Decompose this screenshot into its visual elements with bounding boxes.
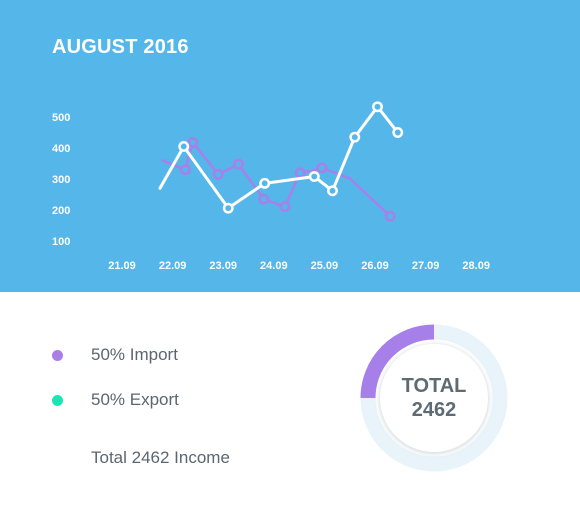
legend-import-label: 50% Import <box>91 345 178 364</box>
x-tick-label: 25.09 <box>311 260 339 272</box>
import-point <box>294 167 306 179</box>
import-dot-icon <box>52 349 63 361</box>
export-point <box>308 171 320 182</box>
x-tick-label: 24.09 <box>260 260 288 272</box>
line-chart: 500 400 300 200 100 21.09 22.09 23.09 24.09 25.09… <box>52 101 490 272</box>
export-point <box>178 141 190 152</box>
export-point <box>392 127 404 138</box>
total-income-text: Total 2462 Income <box>91 448 230 467</box>
x-tick-label: 21.09 <box>108 260 136 272</box>
legend-item-import: 50% Import <box>52 344 179 366</box>
x-tick-label: 22.09 <box>159 260 187 272</box>
y-tick-label: 500 <box>52 112 70 124</box>
import-point <box>187 136 199 148</box>
x-tick-label: 23.09 <box>209 260 237 272</box>
y-tick-label: 300 <box>52 174 70 186</box>
export-point <box>259 177 271 189</box>
export-series-line <box>158 105 400 210</box>
donut-label-line1: TOTAL <box>401 375 467 397</box>
export-point <box>349 131 361 143</box>
import-series-line <box>161 141 392 218</box>
y-tick-label: 100 <box>52 236 70 248</box>
x-tick-label: 28.09 <box>462 260 490 272</box>
y-tick-label: 200 <box>52 205 70 217</box>
import-point <box>316 162 328 174</box>
export-point <box>372 101 383 113</box>
total-donut: TOTAL 2462 <box>360 324 508 472</box>
import-point <box>258 193 270 205</box>
donut-label: TOTAL 2462 <box>360 324 508 472</box>
legend-item-export: 50% Export <box>52 389 179 411</box>
donut-label-line2: 2462 <box>411 399 457 421</box>
import-point <box>212 168 224 180</box>
y-tick-label: 400 <box>52 143 70 155</box>
import-point <box>279 201 291 213</box>
x-tick-label: 27.09 <box>412 260 440 272</box>
export-point <box>327 185 338 197</box>
chart-panel: AUGUST 2016 500 400 300 200 100 21.09 22.09 23.… <box>0 0 580 292</box>
export-dot-icon <box>52 394 63 406</box>
import-point <box>179 164 191 176</box>
import-point <box>384 210 396 222</box>
x-tick-label: 26.09 <box>361 260 389 272</box>
export-point <box>222 202 234 214</box>
legend: 50% Import 50% Export <box>52 344 179 434</box>
import-point <box>232 158 244 170</box>
legend-export-label: 50% Export <box>91 390 179 409</box>
